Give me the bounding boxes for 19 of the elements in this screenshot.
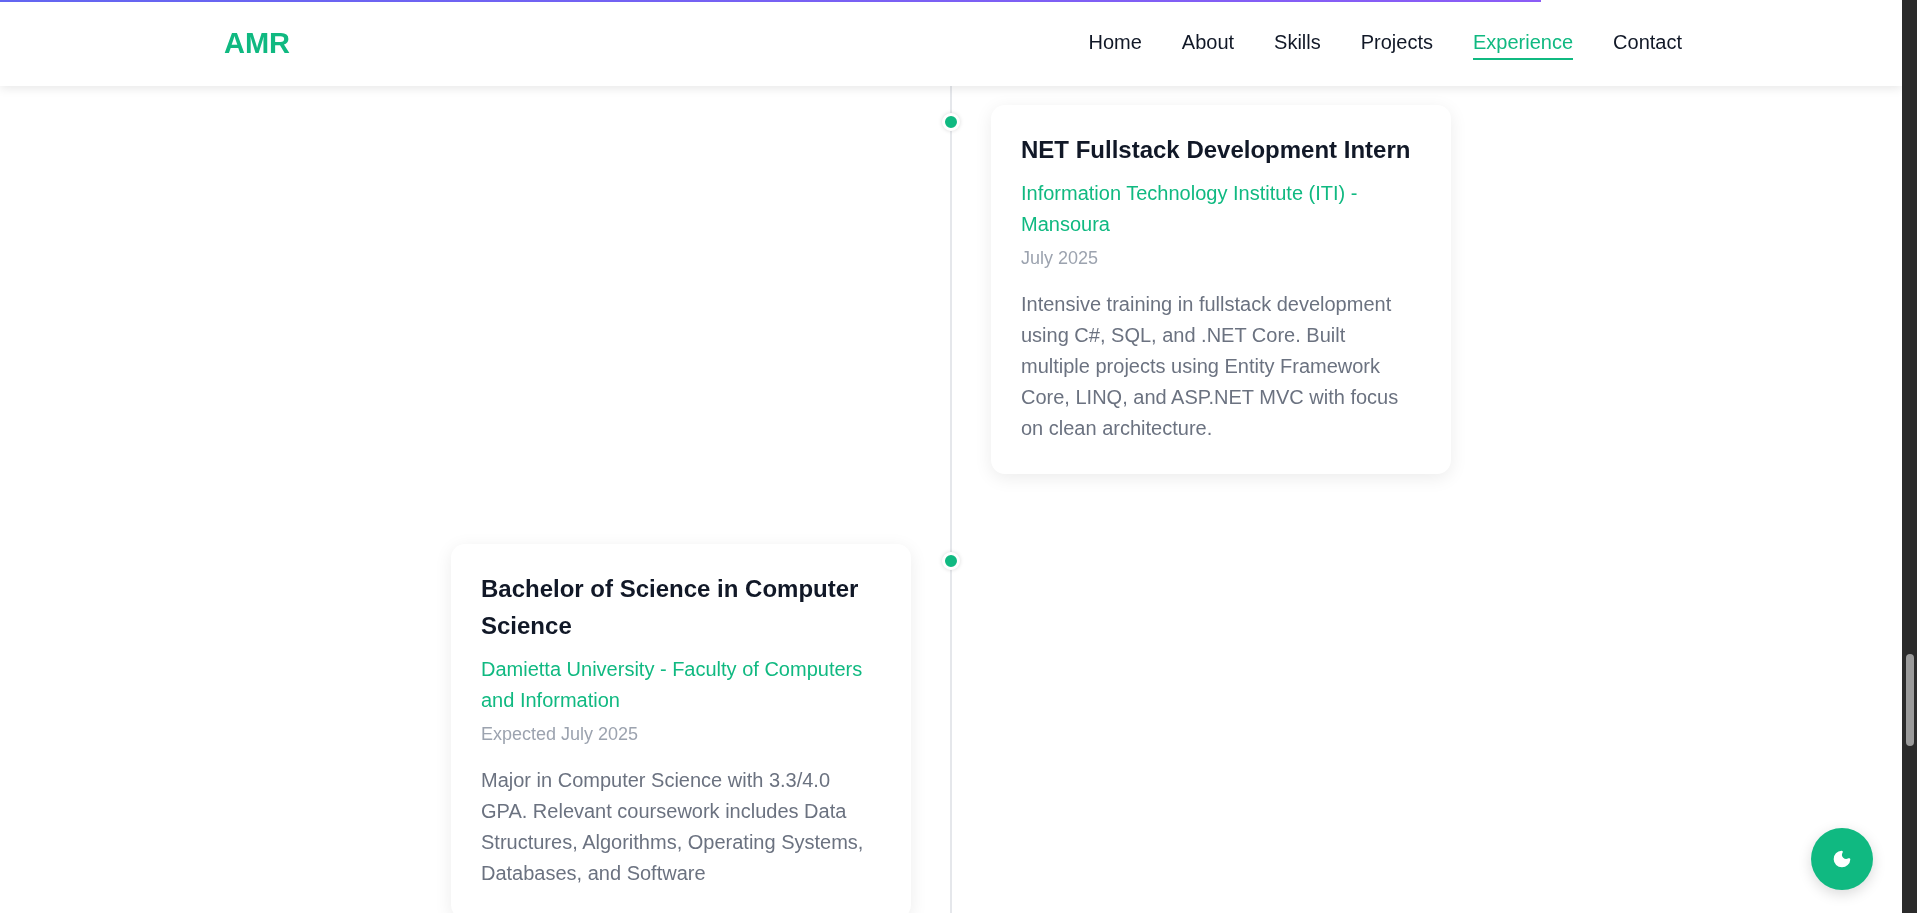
- scrollbar-thumb[interactable]: [1906, 654, 1914, 746]
- card-title: NET Fullstack Development Intern: [1021, 135, 1412, 165]
- nav-link[interactable]: Projects: [1360, 26, 1433, 60]
- nav-link[interactable]: Home: [1088, 26, 1142, 60]
- card-title: Bachelor of Science in Computer Science: [481, 574, 860, 641]
- date-text: Expected July 2025: [481, 724, 640, 745]
- description-text: Intensive training in fullstack development using C#, SQL, and .NET Core. Built multiple projects using Entity Framework Core, LINQ, and ASP.NET MVC with focus on clean architecture.: [1021, 292, 1400, 441]
- moon-icon: [1832, 849, 1852, 869]
- nav-link[interactable]: Skills: [1274, 26, 1321, 60]
- description-text: Major in Computer Science with 3.3/4.0 GPA. Relevant coursework includes Data Structures, Algorithms, Operating Systems, Databases, and Software: [481, 768, 865, 886]
- organization-name: Damietta University - Faculty of Computers and Information: [481, 657, 864, 713]
- nav-link[interactable]: Contact: [1613, 26, 1682, 60]
- scrollbar[interactable]: [1902, 0, 1917, 913]
- nav-link[interactable]: About: [1181, 26, 1235, 60]
- date-text: July 2025: [1021, 248, 1100, 269]
- theme-toggle-button[interactable]: [1811, 828, 1873, 890]
- organization-name: Information Technology Institute (ITI) - Mansoura: [1021, 181, 1359, 237]
- timeline-dot: [942, 552, 960, 570]
- timeline-dot: [942, 113, 960, 131]
